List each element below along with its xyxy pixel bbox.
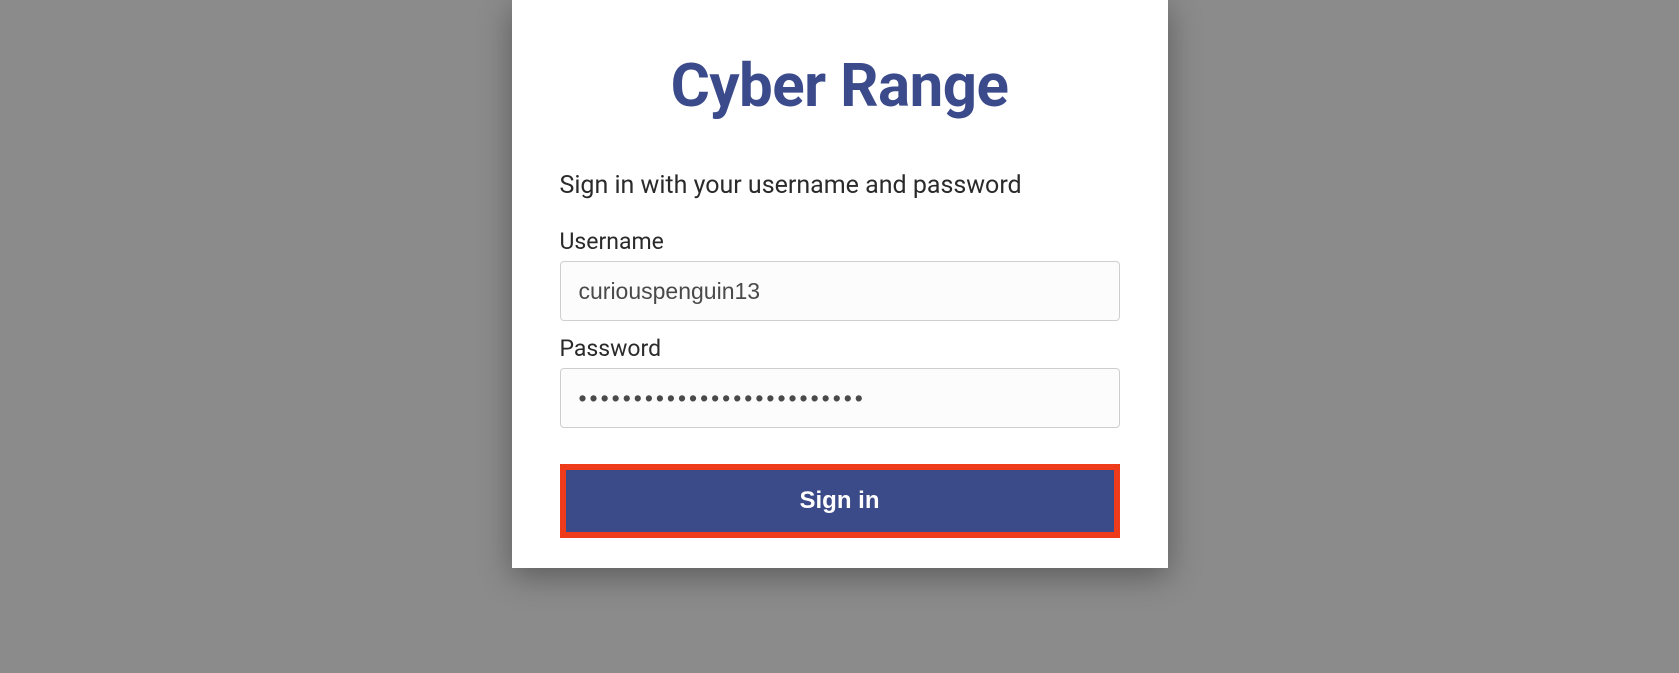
password-label: Password xyxy=(560,335,1120,362)
username-input[interactable] xyxy=(560,261,1120,321)
password-input[interactable] xyxy=(560,368,1120,428)
signin-subtitle: Sign in with your username and password xyxy=(560,171,1120,200)
signin-highlight: Sign in xyxy=(560,464,1120,538)
logo-title: Cyber Range xyxy=(560,50,1120,121)
signin-button[interactable]: Sign in xyxy=(566,470,1114,532)
login-card: Cyber Range Sign in with your username a… xyxy=(512,0,1168,568)
username-label: Username xyxy=(560,228,1120,255)
